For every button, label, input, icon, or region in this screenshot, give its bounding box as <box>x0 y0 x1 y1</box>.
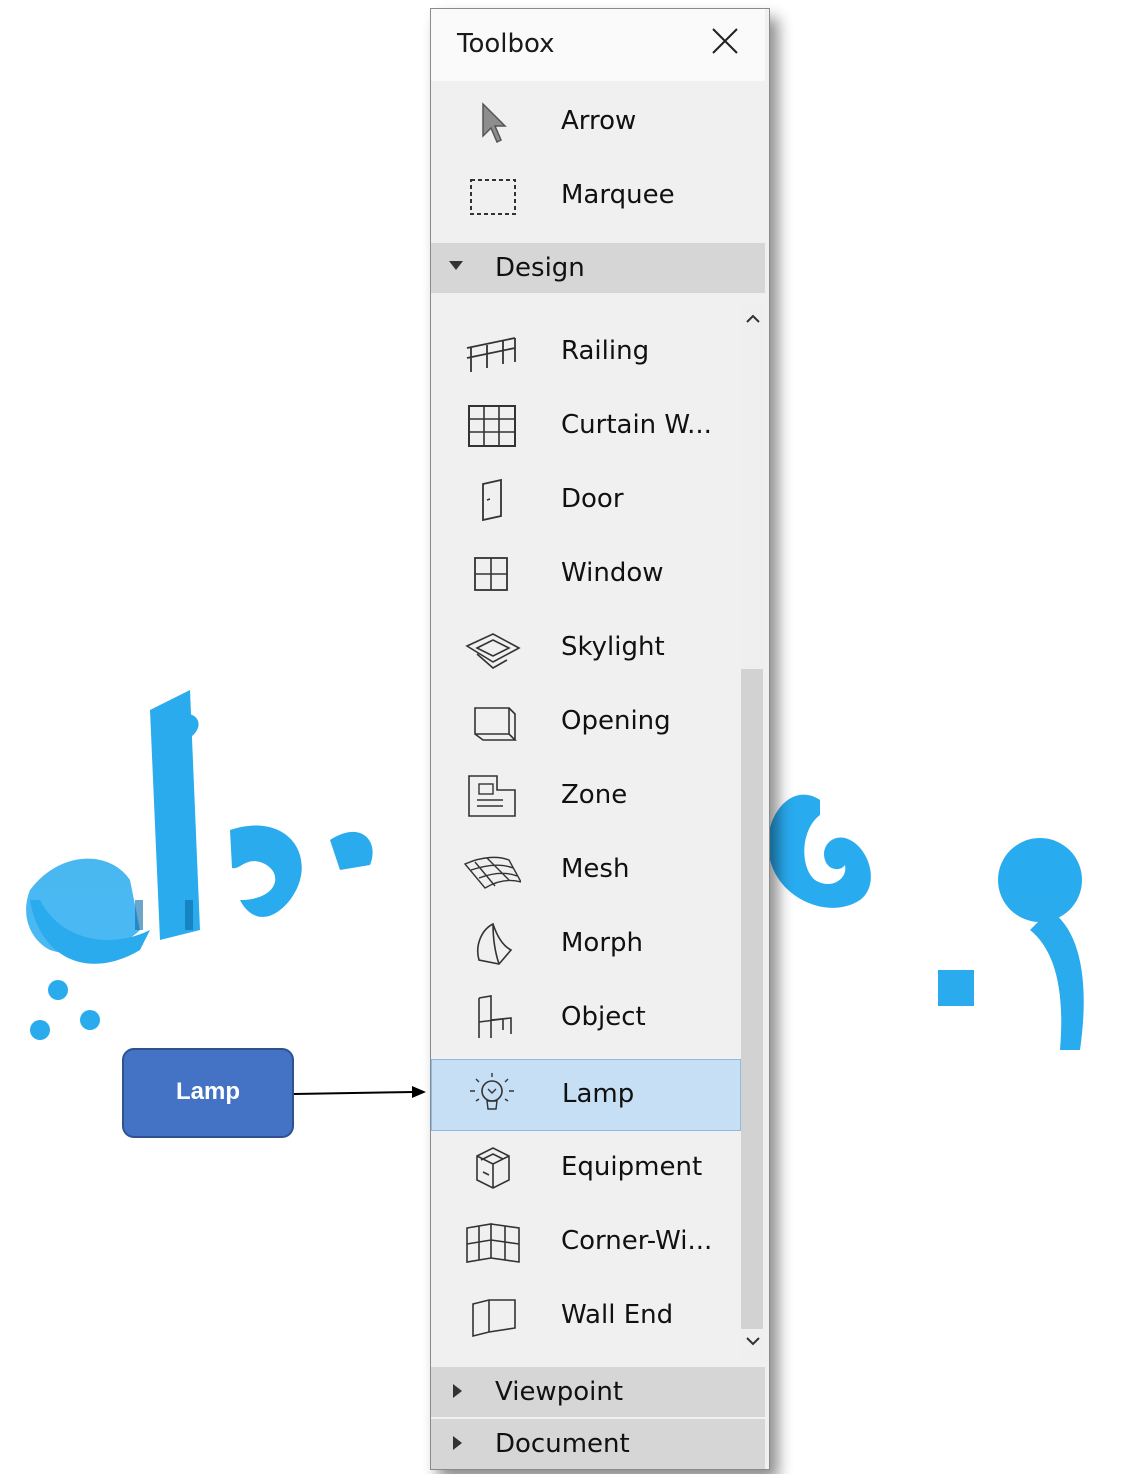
tool-railing[interactable]: Railing <box>431 317 741 389</box>
railing-icon <box>466 337 516 372</box>
chevron-right-icon <box>453 1384 462 1398</box>
tool-label: Curtain W... <box>561 410 712 440</box>
tool-label: Arrow <box>561 106 637 136</box>
tool-label: Mesh <box>561 854 630 884</box>
skylight-icon <box>465 633 521 669</box>
callout-box: Lamp <box>122 1048 294 1138</box>
morph-icon <box>477 922 513 965</box>
section-design[interactable]: Design <box>431 243 765 293</box>
tool-label: Equipment <box>561 1152 703 1182</box>
lamp-icon <box>470 1073 514 1110</box>
tool-zone[interactable]: Zone <box>431 761 741 833</box>
close-icon[interactable] <box>707 23 743 59</box>
tool-equipment[interactable]: Equipment <box>431 1133 741 1205</box>
tool-lamp[interactable]: Lamp <box>431 1059 741 1131</box>
tool-marquee[interactable]: Marquee <box>431 161 741 233</box>
tool-label: Door <box>561 484 624 514</box>
section-viewpoint[interactable]: Viewpoint <box>431 1367 765 1417</box>
scroll-up-icon[interactable] <box>743 309 763 329</box>
chevron-right-icon <box>453 1436 462 1450</box>
opening-icon <box>474 707 517 741</box>
tool-object[interactable]: Object <box>431 983 741 1055</box>
chevron-down-icon <box>449 261 463 270</box>
tool-label: Railing <box>561 336 650 366</box>
tool-door[interactable]: Door <box>431 465 741 537</box>
tool-label: Zone <box>561 780 628 810</box>
arrow-pointer-icon <box>482 102 507 144</box>
corner-window-icon <box>466 1223 520 1263</box>
wall-end-icon <box>472 1299 516 1338</box>
callout-arrow-icon <box>294 1086 426 1098</box>
scrollbar-thumb[interactable] <box>741 669 763 1329</box>
tool-mesh[interactable]: Mesh <box>431 835 741 907</box>
tool-label: Marquee <box>561 180 675 210</box>
scroll-down-icon[interactable] <box>743 1331 763 1351</box>
tool-skylight[interactable]: Skylight <box>431 613 741 685</box>
tool-label: Morph <box>561 928 644 958</box>
tool-label: Opening <box>561 706 671 736</box>
toolbox-title: Toolbox <box>457 29 555 59</box>
tool-morph[interactable]: Morph <box>431 909 741 981</box>
section-label: Viewpoint <box>495 1377 624 1407</box>
tool-label: Window <box>561 558 664 588</box>
tool-label: Wall End <box>561 1300 674 1330</box>
curtain-wall-icon <box>468 405 516 447</box>
toolbox-panel: Toolbox Arrow Marquee Design Railing Cur… <box>430 8 770 1470</box>
tool-label: Corner-Wi... <box>561 1226 713 1256</box>
tool-corner-window[interactable]: Corner-Wi... <box>431 1207 741 1279</box>
door-icon <box>482 478 502 522</box>
zone-icon <box>468 775 516 817</box>
mesh-icon <box>463 856 521 889</box>
tool-wall-end[interactable]: Wall End <box>431 1281 741 1353</box>
tool-opening[interactable]: Opening <box>431 687 741 759</box>
callout-label: Lamp <box>175 1078 240 1105</box>
tool-arrow[interactable]: Arrow <box>431 87 741 159</box>
toolbox-header: Toolbox <box>431 9 765 81</box>
object-chair-icon <box>478 995 512 1038</box>
tool-window[interactable]: Window <box>431 539 741 611</box>
tool-curtain-wall[interactable]: Curtain W... <box>431 391 741 463</box>
tool-label: Lamp <box>562 1079 635 1109</box>
section-label: Document <box>495 1429 630 1459</box>
tool-label: Skylight <box>561 632 665 662</box>
equipment-icon <box>476 1147 510 1189</box>
marquee-icon <box>470 179 516 215</box>
section-label: Design <box>495 253 585 283</box>
section-document[interactable]: Document <box>431 1419 765 1469</box>
window-icon <box>474 557 508 591</box>
tool-label: Object <box>561 1002 646 1032</box>
